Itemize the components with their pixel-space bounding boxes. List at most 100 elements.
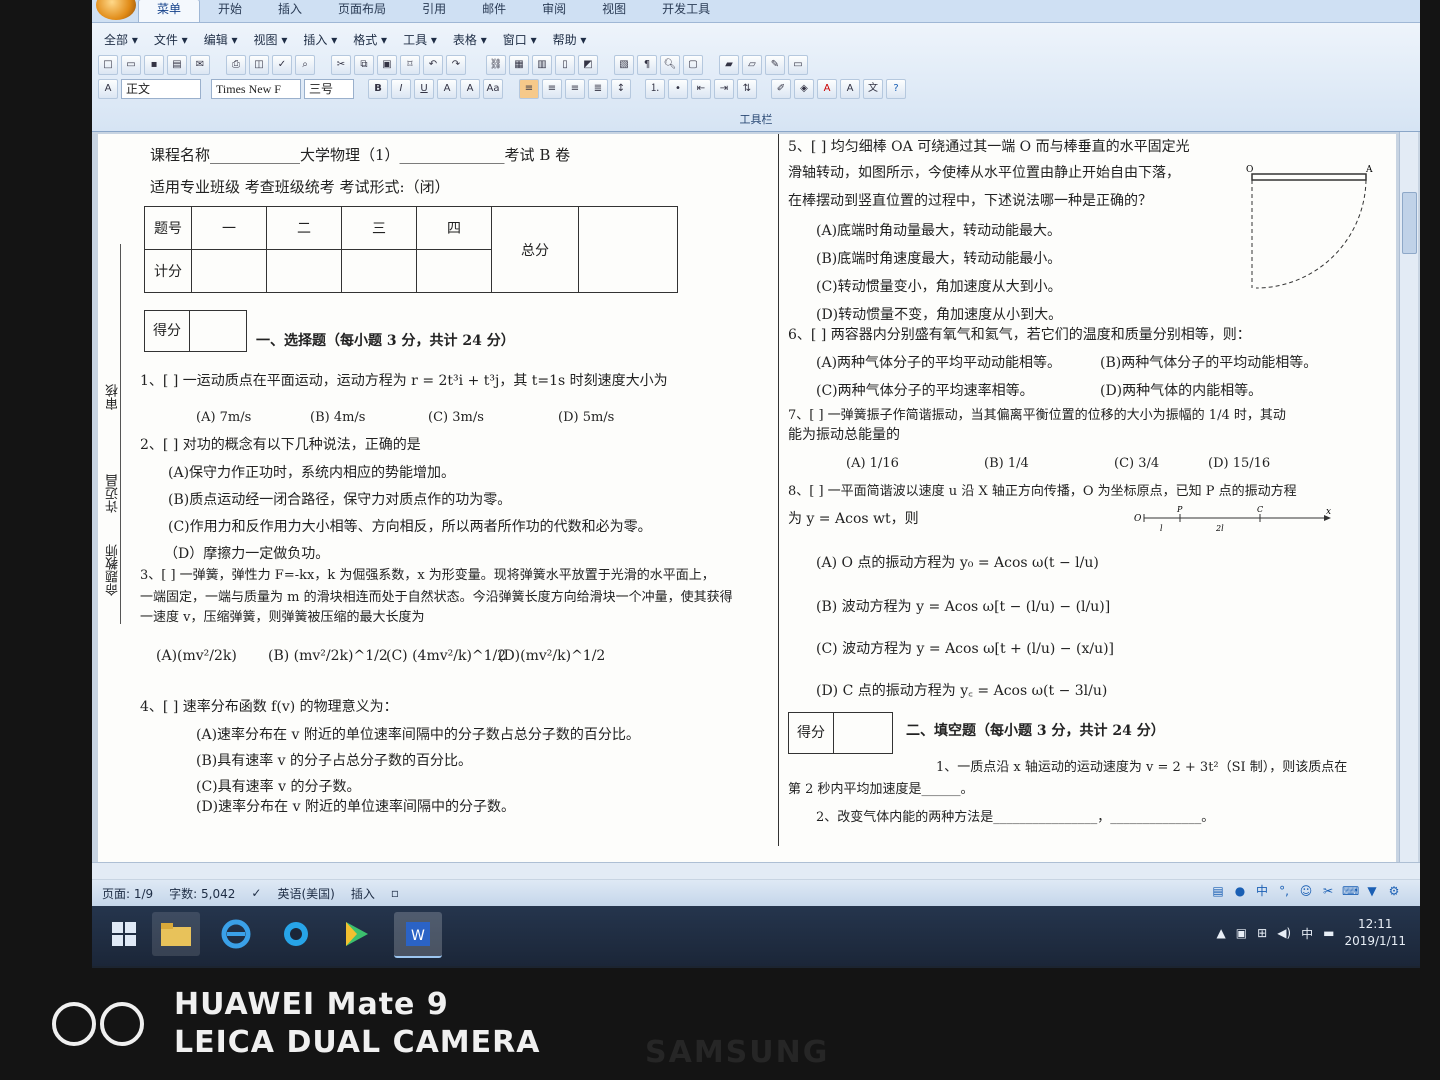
status-language[interactable]: 英语(美国) [277,885,334,902]
insert-table-icon[interactable]: ▥ [532,55,552,75]
start-button[interactable] [100,912,148,956]
tab-home[interactable]: 开始 [200,0,260,22]
ime-chinese-mode[interactable]: 中 [1254,883,1270,899]
punctuation-icon[interactable]: °, [1276,883,1292,899]
text-effect-icon[interactable]: A [840,79,860,99]
file-explorer-button[interactable] [152,912,200,956]
menu-tools[interactable]: 工具 ▾ [397,29,443,50]
permission-icon[interactable]: ▤ [167,55,187,75]
italic-icon[interactable]: I [391,79,411,99]
style-select[interactable]: 正文 [121,79,201,99]
font-select[interactable]: Times New F [211,79,301,99]
pinyin-icon[interactable]: 文 [863,79,883,99]
increase-indent-icon[interactable]: ⇥ [714,79,734,99]
drawing-icon[interactable]: ◩ [578,55,598,75]
document-map-icon[interactable]: ▧ [614,55,634,75]
menu-view[interactable]: 视图 ▾ [248,29,294,50]
section1-score-cell[interactable] [190,311,246,351]
proofing-icon[interactable]: ✓ [251,886,261,900]
status-words[interactable]: 字数: 5,042 [169,885,235,902]
new-doc-icon[interactable]: □ [98,55,118,75]
folder-icon[interactable]: ▰ [719,55,739,75]
font-size-select[interactable]: 三号 [304,79,354,99]
save-as-icon[interactable]: ▱ [742,55,762,75]
tray-expand-icon[interactable]: ▲ [1217,926,1226,940]
menu-window[interactable]: 窗口 ▾ [497,29,543,50]
menu-table[interactable]: 表格 ▾ [447,29,493,50]
office-button[interactable] [96,0,136,20]
spell-check-icon[interactable]: ✓ [272,55,292,75]
volume-icon[interactable]: ◀) [1277,926,1291,940]
settings-icon[interactable]: ⚙ [1386,883,1402,899]
bullets-icon[interactable]: • [668,79,688,99]
redo-icon[interactable]: ↷ [446,55,466,75]
emoji-icon[interactable]: ☺ [1298,883,1314,899]
document-page[interactable]: 审核 许迈昌 命题教师 课程名称____________大学物理（1）_____… [98,134,1396,874]
view-mode-icons[interactable]: ▤ [1210,883,1226,899]
marker-icon[interactable]: ✎ [765,55,785,75]
table-icon[interactable]: ▦ [509,55,529,75]
keyboard-icon[interactable]: ⌨ [1342,883,1359,899]
ie-browser-button[interactable] [212,912,260,956]
word-app-button[interactable]: W [394,912,442,958]
underline-icon[interactable]: U [414,79,434,99]
network-icon[interactable]: ⊞ [1257,926,1267,940]
undo-icon[interactable]: ↶ [423,55,443,75]
menu-format[interactable]: 格式 ▾ [347,29,393,50]
tab-review[interactable]: 审阅 [524,0,584,22]
show-hide-icon[interactable]: ¶ [637,55,657,75]
open-folder-icon[interactable]: ▭ [121,55,141,75]
tray-ime[interactable]: 中 [1301,925,1313,942]
menu-file[interactable]: 文件 ▾ [148,29,194,50]
tab-insert[interactable]: 插入 [260,0,320,22]
reading-mode-icon[interactable]: ▢ [683,55,703,75]
browser-app-button[interactable] [272,912,320,956]
menu-insert[interactable]: 插入 ▾ [297,29,343,50]
align-right-icon[interactable]: ≡ [565,79,585,99]
bold-icon[interactable]: B [368,79,388,99]
email-icon[interactable]: ✉ [190,55,210,75]
status-page[interactable]: 页面: 1/9 [102,885,153,902]
shading-icon[interactable]: ◈ [794,79,814,99]
numbering-icon[interactable]: ⒈ [645,79,665,99]
print-preview-icon[interactable]: ◫ [249,55,269,75]
tab-view[interactable]: 视图 [584,0,644,22]
skin-icon[interactable]: ▼ [1364,883,1380,899]
styles-icon[interactable]: A [98,79,118,99]
align-center-icon[interactable]: ≡ [542,79,562,99]
macro-icon[interactable]: ▫ [391,886,399,900]
clock[interactable]: 12:11 2019/1/11 [1344,916,1406,950]
copy-icon[interactable]: ⧉ [354,55,374,75]
tab-menu[interactable]: 菜单 [138,0,201,22]
tab-references[interactable]: 引用 [404,0,464,22]
score-total-cell[interactable] [578,206,678,293]
tab-page-layout[interactable]: 页面布局 [320,0,404,22]
print-icon[interactable]: ⎙ [226,55,246,75]
ime-logo-icon[interactable]: ● [1232,883,1248,899]
save-icon[interactable]: ▪ [144,55,164,75]
help-icon[interactable]: ? [886,79,906,99]
char-border-icon[interactable]: A [437,79,457,99]
score-cell-4[interactable] [416,249,492,293]
research-icon[interactable]: ⌕ [295,55,315,75]
menu-help[interactable]: 帮助 ▾ [547,29,593,50]
tray-app-icon[interactable]: ▣ [1236,926,1247,940]
vertical-scrollbar[interactable] [1399,132,1418,862]
decrease-indent-icon[interactable]: ⇤ [691,79,711,99]
align-left-icon[interactable]: ≡ [519,79,539,99]
menu-all[interactable]: 全部 ▾ [98,29,144,50]
score-cell-3[interactable] [341,249,417,293]
tools-icon[interactable]: ✂ [1320,883,1336,899]
change-case-icon[interactable]: Aa [483,79,503,99]
window-icon[interactable]: ▭ [788,55,808,75]
media-player-button[interactable] [332,912,380,956]
score-cell-1[interactable] [191,249,267,293]
paste-icon[interactable]: ▣ [377,55,397,75]
scroll-thumb[interactable] [1402,192,1417,254]
tab-developer[interactable]: 开发工具 [644,0,728,22]
line-spacing-icon[interactable]: ↕ [611,79,631,99]
format-painter-icon[interactable]: ⌑ [400,55,420,75]
notification-icon[interactable]: ▬ [1323,926,1334,940]
horizontal-scrollbar[interactable] [92,862,1420,879]
section2-score-cell[interactable] [834,713,892,753]
